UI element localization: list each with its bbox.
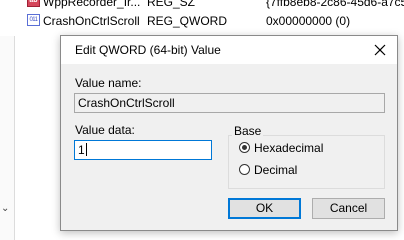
radio-hexadecimal-label: Hexadecimal	[254, 141, 324, 155]
string-value-icon: ab	[27, 0, 40, 7]
dialog-titlebar: Edit QWORD (64-bit) Value	[61, 36, 397, 64]
registry-value-data: 0x00000000 (0)	[266, 14, 351, 28]
text-caret	[85, 143, 87, 156]
registry-value-name: CrashOnCtrlScroll	[43, 14, 140, 28]
registry-value-type: REG_QWORD	[147, 14, 228, 28]
value-name-field[interactable]: CrashOnCtrlScroll	[74, 93, 385, 113]
value-data-input[interactable]: 1	[74, 140, 212, 160]
edit-qword-dialog: Edit QWORD (64-bit) Value Value name: Cr…	[60, 35, 398, 231]
registry-value-data: {7ffb8eb8-2c86-45d6-a7c5	[266, 0, 404, 9]
cancel-button[interactable]: Cancel	[312, 198, 385, 219]
registry-value-type: REG_SZ	[147, 0, 196, 9]
registry-value-name: WppRecorder_Ir...	[43, 0, 141, 9]
binary-value-icon: 011	[27, 14, 40, 26]
radio-selected-icon	[239, 142, 250, 153]
radio-decimal-label: Decimal	[254, 163, 298, 177]
ok-button[interactable]: OK	[228, 198, 301, 219]
registry-row[interactable]: 011 CrashOnCtrlScroll REG_QWORD 0x000000…	[0, 12, 404, 30]
value-name-label: Value name:	[75, 76, 142, 90]
close-icon[interactable]	[369, 39, 391, 61]
value-data-text: 1	[78, 143, 85, 157]
base-label: Base	[232, 124, 264, 138]
registry-row[interactable]: ab WppRecorder_Ir... REG_SZ {7ffb8eb8-2c…	[0, 0, 404, 11]
radio-unselected-icon	[239, 164, 250, 175]
dialog-title: Edit QWORD (64-bit) Value	[75, 43, 221, 57]
chevron-down-icon[interactable]: ⌄	[1, 203, 9, 214]
value-data-label: Value data:	[75, 123, 135, 137]
